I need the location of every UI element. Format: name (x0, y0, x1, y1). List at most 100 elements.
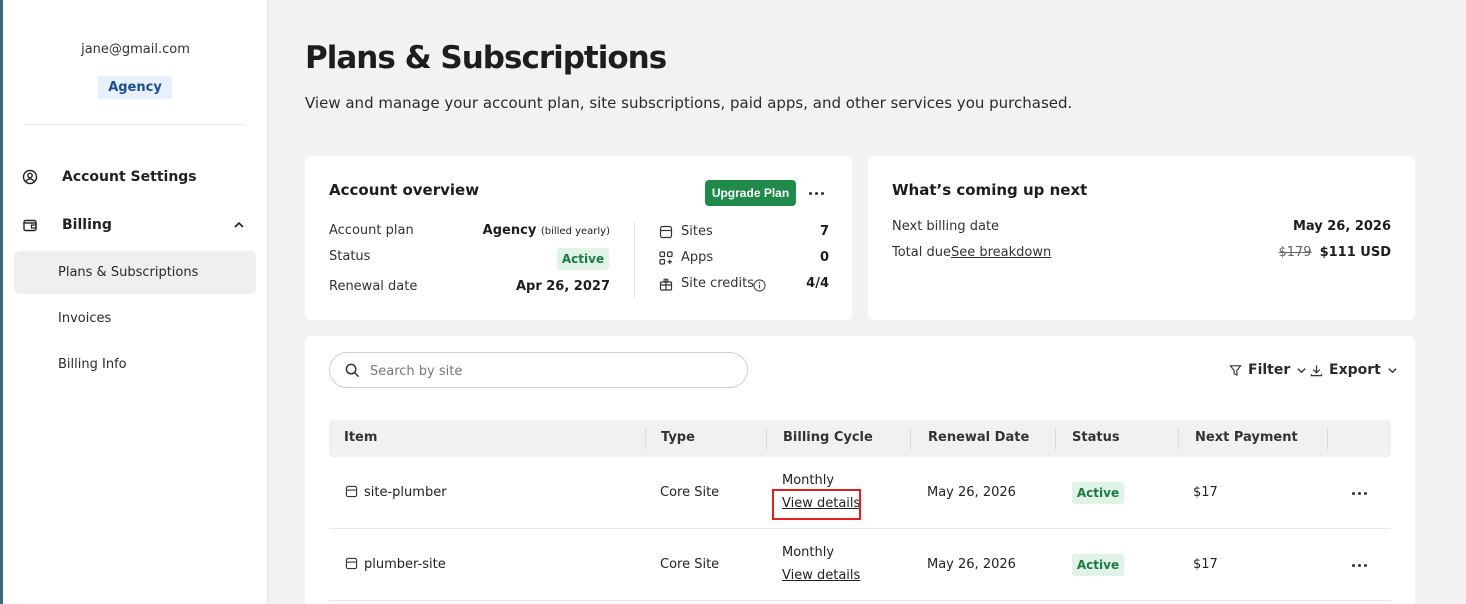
chevron-down-icon (1388, 367, 1397, 373)
database-icon (659, 225, 673, 239)
column-divider (766, 428, 767, 450)
page-title: Plans & Subscriptions (305, 40, 667, 76)
sidebar-item-label: Account Settings (62, 169, 197, 185)
status-label: Status (329, 249, 371, 264)
account-overview-card: Account overview Upgrade Plan Account pl… (305, 156, 852, 320)
sidebar-subitem-invoices[interactable]: Invoices (14, 297, 256, 340)
column-header-type[interactable]: Type (661, 430, 695, 445)
status-badge: Active (1072, 554, 1124, 576)
total-due-row: Total dueSee breakdown (892, 245, 1051, 260)
sidebar-item-label: Billing (62, 217, 112, 233)
sidebar-subitem-billing-info[interactable]: Billing Info (14, 343, 256, 386)
next-payment-cell: $17 (1193, 485, 1218, 500)
stat-value: 7 (819, 224, 829, 239)
more-options-icon[interactable] (805, 184, 827, 202)
next-billing-value: May 26, 2026 (1292, 219, 1391, 234)
column-divider (910, 428, 911, 450)
search-input[interactable] (370, 361, 730, 381)
stat-site-credits: Site credits 4/4 (659, 275, 829, 295)
renewal-date-value: Apr 26, 2027 (515, 279, 610, 294)
account-plan-value: Agency (billed yearly) (483, 223, 610, 238)
apps-grid-icon (659, 251, 673, 265)
column-header-renewal-date[interactable]: Renewal Date (928, 430, 1029, 445)
coming-up-title: What’s coming up next (892, 181, 1088, 199)
old-price: $179 (1278, 245, 1312, 260)
total-due-value: $179 $111 USD (1278, 245, 1391, 260)
item-cell[interactable]: plumber-site (345, 557, 446, 572)
stat-label: Apps (681, 250, 714, 265)
column-divider (1055, 428, 1056, 450)
plan-badge: Agency (98, 76, 172, 99)
item-name: site-plumber (364, 485, 447, 500)
gift-icon (659, 278, 673, 291)
sidebar: jane@gmail.com Agency Account Settings B… (3, 0, 268, 604)
next-payment-cell: $17 (1193, 557, 1218, 572)
renewal-date-label: Renewal date (329, 279, 418, 294)
filter-button[interactable]: Filter (1229, 360, 1307, 380)
coming-up-card: What’s coming up next Next billing date … (868, 156, 1415, 320)
page-subtitle: View and manage your account plan, site … (305, 94, 1073, 112)
next-billing-label: Next billing date (892, 219, 1000, 234)
type-cell: Core Site (660, 485, 720, 500)
column-divider (645, 428, 646, 450)
subscriptions-card: Filter Export Item Type Billing Cycle Re… (305, 336, 1415, 604)
sidebar-item-account-settings[interactable]: Account Settings (3, 157, 268, 197)
sidebar-subitem-label: Billing Info (58, 357, 127, 372)
new-price: $111 USD (1319, 245, 1391, 260)
stat-apps: Apps 0 (659, 249, 829, 269)
status-badge: Active (1072, 482, 1124, 504)
sidebar-subitem-label: Invoices (58, 311, 112, 326)
chevron-down-icon (1297, 367, 1306, 373)
info-icon[interactable] (753, 279, 766, 292)
renewal-date-cell: May 26, 2026 (927, 557, 1016, 572)
view-details-link[interactable]: View details (782, 568, 860, 583)
account-plan-name: Agency (482, 223, 537, 238)
search-icon (345, 363, 360, 378)
see-breakdown-link[interactable]: See breakdown (951, 245, 1051, 260)
search-box[interactable] (329, 352, 748, 388)
column-header-status[interactable]: Status (1072, 430, 1120, 445)
item-name: plumber-site (364, 557, 446, 572)
column-header-billing-cycle[interactable]: Billing Cycle (783, 430, 873, 445)
table-row: plumber-site Core Site Monthly View deta… (329, 529, 1391, 601)
type-cell: Core Site (660, 557, 720, 572)
account-overview-title: Account overview (329, 181, 480, 199)
upgrade-plan-button[interactable]: Upgrade Plan (705, 180, 796, 206)
total-due-label: Total due (892, 245, 951, 260)
filter-label: Filter (1248, 362, 1291, 378)
stat-value: 4/4 (806, 276, 829, 291)
sidebar-divider (25, 124, 244, 125)
stat-value: 0 (819, 250, 829, 265)
user-email: jane@gmail.com (81, 42, 190, 57)
database-icon (345, 557, 358, 570)
billing-cycle-cell: Monthly (782, 545, 835, 560)
billing-cycle-cell: Monthly (782, 473, 835, 488)
item-cell[interactable]: site-plumber (345, 485, 447, 500)
overview-divider (634, 222, 635, 298)
row-more-options-icon[interactable] (1348, 556, 1370, 574)
export-label: Export (1329, 362, 1381, 378)
stat-label: Sites (681, 224, 713, 239)
sidebar-subitem-label: Plans & Subscriptions (58, 265, 199, 280)
sidebar-item-billing[interactable]: Billing (3, 205, 268, 245)
account-plan-note: (billed yearly) (540, 226, 610, 237)
stat-sites: Sites 7 (659, 223, 829, 243)
table-header: Item Type Billing Cycle Renewal Date Sta… (329, 420, 1391, 457)
status-badge: Active (557, 248, 609, 270)
chevron-up-icon[interactable] (233, 219, 245, 231)
stat-label: Site credits (681, 276, 755, 291)
wallet-icon (23, 219, 37, 232)
table-row: site-plumber Core Site Monthly View deta… (329, 457, 1391, 529)
database-icon (345, 485, 358, 498)
column-header-item[interactable]: Item (344, 430, 377, 445)
row-more-options-icon[interactable] (1348, 484, 1370, 502)
user-circle-icon (22, 169, 38, 185)
column-divider (1178, 428, 1179, 450)
sidebar-subitem-plans[interactable]: Plans & Subscriptions (14, 251, 256, 294)
export-button[interactable]: Export (1310, 360, 1398, 380)
highlight-annotation (772, 489, 861, 520)
column-header-next-payment[interactable]: Next Payment (1195, 430, 1298, 445)
account-plan-label: Account plan (329, 223, 414, 238)
filter-icon (1229, 364, 1242, 376)
column-divider (1327, 428, 1328, 450)
